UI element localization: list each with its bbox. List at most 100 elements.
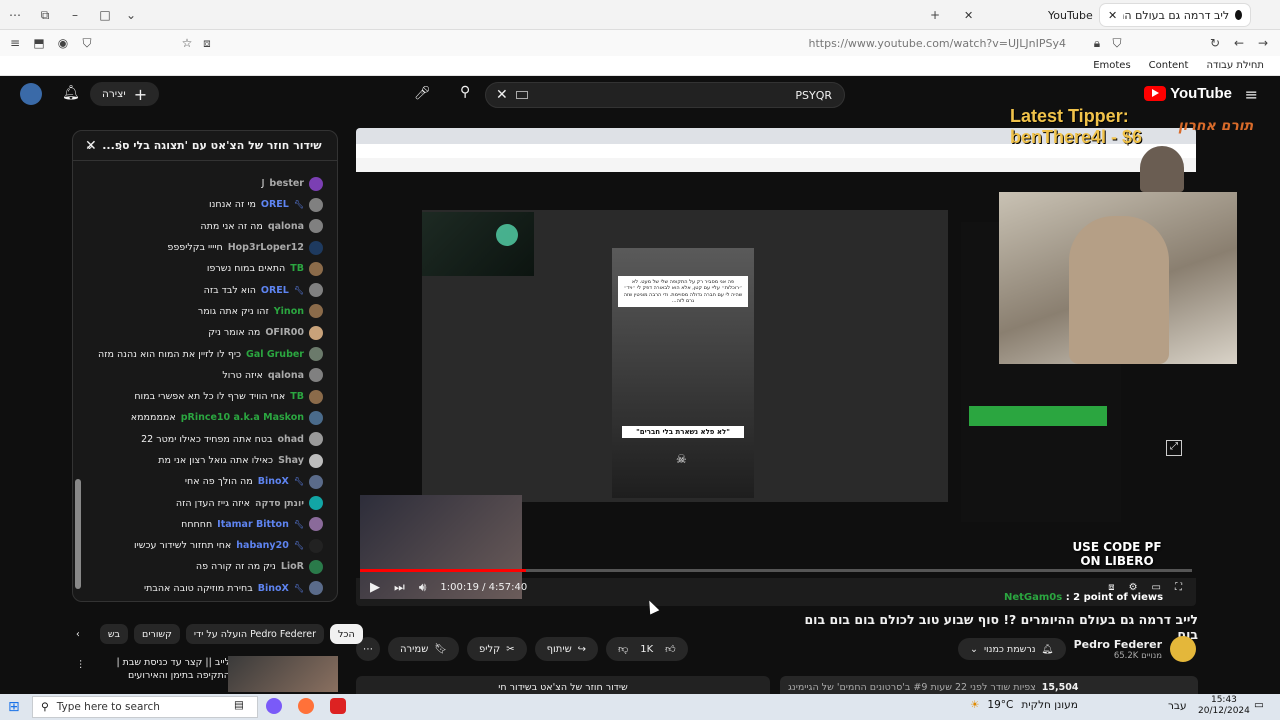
chat-author[interactable]: ohad [277,434,304,445]
chat-avatar[interactable] [309,283,323,298]
chat-avatar[interactable] [309,325,323,340]
chat-avatar[interactable] [309,197,323,212]
task-view-icon[interactable]: ▤ [234,699,244,711]
chat-author[interactable]: Hop3rLoper12 [228,242,304,253]
chat-avatar[interactable] [309,496,323,511]
hamburger-menu-icon[interactable]: ≡ [1245,85,1258,104]
chat-author[interactable]: pRince10 a.k.a Maskon [181,412,304,423]
chat-avatar[interactable] [309,368,323,383]
subscribed-button[interactable]: ⌄ נרשמת כמנוי 🔔︎ [957,638,1066,660]
tab-overview-icon[interactable]: ⧉ [36,6,54,24]
chat-avatar[interactable] [309,559,323,574]
reload-icon[interactable]: ↻ [1206,34,1224,52]
fullscreen-icon[interactable]: ⛶ [1175,582,1182,593]
shield-icon[interactable]: ⛉ [1108,34,1126,52]
create-button[interactable]: יצירה + [90,82,160,106]
shield-icon[interactable]: ⛉ [78,34,96,52]
channel-name[interactable]: Pedro Federer [1074,638,1162,651]
chip[interactable]: קשורים [134,624,180,644]
recommended-video[interactable]: ⋮ לייב || קצר עד כניסת שבת | התקיפה בתימ… [76,656,338,692]
chip[interactable]: בש [99,624,129,644]
tab-close-youtube[interactable]: ✕ [956,4,981,26]
tab-active[interactable]: ✕ ליב דרמה גם בעולם ההיומרים ?! [1100,4,1250,26]
weather-temp[interactable]: 19°C [987,699,1013,711]
like-icon[interactable]: 👍︎ [665,643,675,655]
chat-author[interactable]: יונתן סדקה [255,498,304,509]
chat-author[interactable]: OREL [261,285,289,296]
chat-author[interactable]: Yinon [274,306,304,317]
chat-avatar[interactable] [309,261,323,276]
progress-bar[interactable] [360,569,1192,572]
play-icon[interactable]: ▶ [370,580,380,595]
chat-avatar[interactable] [309,389,323,404]
chevron-down-icon[interactable]: ⌄ [122,6,140,24]
next-icon[interactable]: ⏭ [394,580,405,595]
chat-author[interactable]: LioR [281,561,304,572]
screenshot-icon[interactable]: ⧈ [198,34,216,52]
chat-avatar[interactable] [309,432,323,447]
chevron-left-icon[interactable]: ‹ [76,629,80,640]
language-indicator[interactable]: עבר [1168,700,1187,712]
tab-close-icon[interactable]: ✕ [1108,9,1117,22]
bookmark-star-icon[interactable]: ☆ [178,34,196,52]
chat-avatar[interactable] [309,347,323,362]
chat-author[interactable]: qalona [268,221,304,232]
back-icon[interactable]: ← [1230,34,1248,52]
youtube-logo[interactable]: YouTube [1144,85,1232,102]
app-icon[interactable] [266,698,282,714]
chat-author[interactable]: TB [290,263,304,274]
close-icon[interactable]: ✕ [85,138,97,154]
volume-icon[interactable]: 🔊︎ [419,580,427,595]
chat-avatar[interactable] [309,517,323,532]
scrollbar-thumb[interactable] [75,479,81,589]
chat-avatar[interactable] [309,240,323,255]
chip-all[interactable]: הכל [330,624,363,644]
search-icon[interactable]: ⚲ [460,84,470,100]
chat-avatar[interactable] [309,410,323,425]
maximize-icon[interactable]: □ [96,6,114,24]
like-count[interactable]: 1K [640,644,653,655]
new-tab-icon[interactable]: + [926,6,944,24]
chip[interactable]: הועלה על ידי Pedro Federer [185,624,325,644]
chat-avatar[interactable] [309,453,323,468]
clear-search-icon[interactable]: ✕ [496,87,508,103]
url-field[interactable]: https://www.youtube.com/watch?v=UJLJnIPS… [809,37,1067,50]
chat-author[interactable]: Itamar Bitton [217,519,289,530]
keyboard-icon[interactable] [516,91,528,99]
settings-gear-icon[interactable]: ⚙ [1129,582,1138,593]
chat-author[interactable]: Gal Gruber [246,349,304,360]
menu-icon[interactable]: ≡ [6,34,24,52]
chat-avatar[interactable] [309,581,323,596]
chat-author[interactable]: BinoX [258,583,289,594]
save-button[interactable]: שמירה 🔖︎ [388,637,459,661]
bookmark-item[interactable]: תחילת עבודה [1206,60,1264,71]
bookmark-item[interactable]: Content [1149,60,1189,71]
microphone-icon[interactable]: 🎤︎ [414,86,431,101]
browser-menu-icon[interactable]: ⋯ [6,6,24,24]
weather-text[interactable]: מעונן חלקית [1021,699,1078,711]
clock[interactable]: 15:43 20/12/2024 [1198,695,1250,717]
theater-icon[interactable]: ▭ [1152,582,1161,593]
chat-author[interactable]: OREL [261,199,289,210]
chat-avatar[interactable] [309,219,323,234]
more-vert-icon[interactable]: ⋮ [115,139,126,152]
chat-author[interactable]: bester [269,178,304,189]
dislike-icon[interactable]: 👎︎ [618,643,628,655]
forward-icon[interactable]: → [1254,34,1272,52]
search-input[interactable]: ✕ PSYQR [485,82,845,108]
chat-avatar[interactable] [309,474,323,489]
scrollbar[interactable] [73,167,83,597]
windows-start-icon[interactable]: ⊞ [8,699,20,715]
clip-button[interactable]: קליפ ✂ [467,637,527,661]
extensions-icon[interactable]: ⬒ [30,34,48,52]
chat-author[interactable]: OFIR00 [265,327,304,338]
notifications-icon[interactable]: ▭ [1254,699,1264,711]
bookmark-item[interactable]: Emotes [1093,60,1130,71]
chat-avatar[interactable] [309,176,323,191]
account-icon[interactable]: ◉ [54,34,72,52]
taskbar-search-input[interactable]: ⚲ Type here to search [32,696,258,718]
minimize-icon[interactable]: – [66,6,84,24]
chat-author[interactable]: Shay [278,455,304,466]
miniplayer-icon[interactable]: ⤢ [1166,440,1182,456]
channel-avatar[interactable] [1170,636,1196,662]
